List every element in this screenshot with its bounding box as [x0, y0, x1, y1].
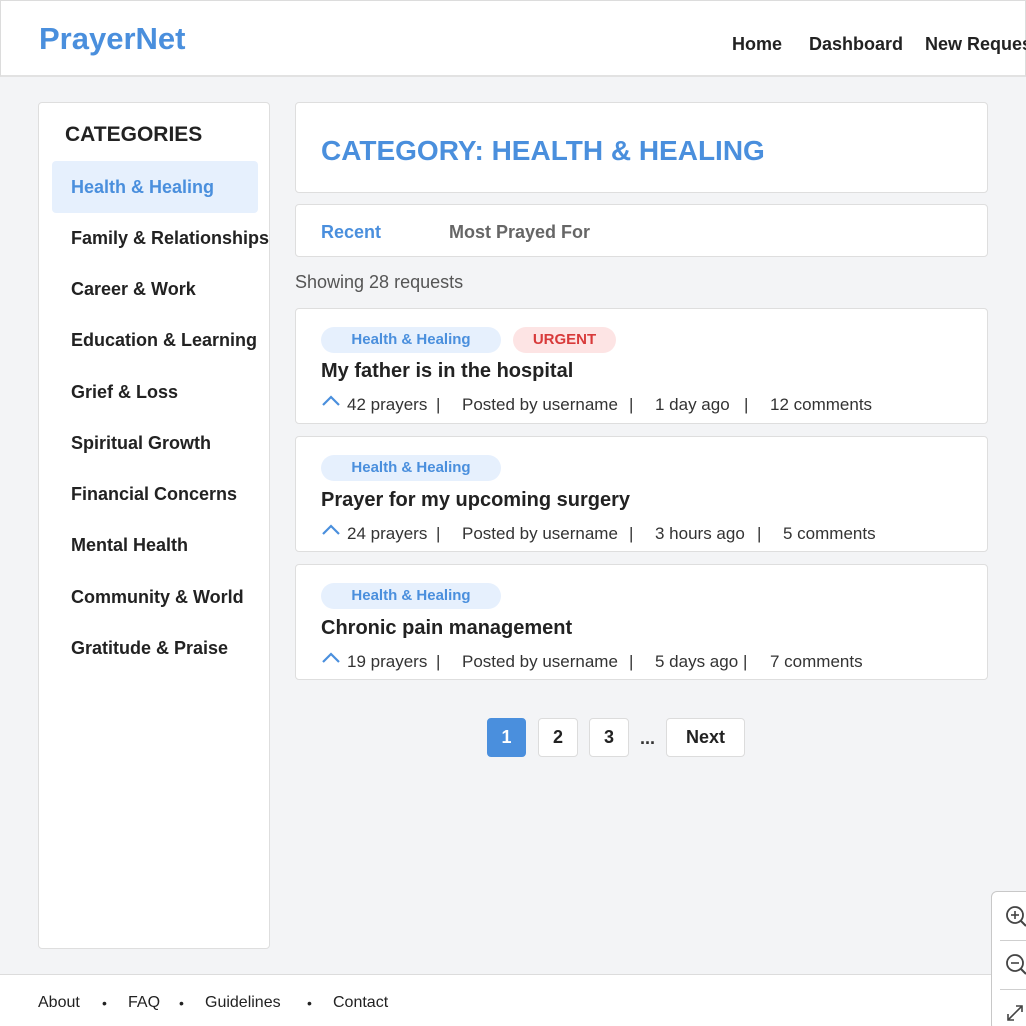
category-header: CATEGORY: HEALTH & HEALING — [295, 102, 988, 193]
category-badge[interactable]: Health & Healing — [321, 455, 501, 481]
fit-screen-button[interactable] — [992, 990, 1026, 1026]
meta-separator: | — [629, 395, 634, 414]
chevron-up-icon[interactable] — [321, 393, 341, 407]
urgent-badge: URGENT — [513, 327, 616, 353]
comment-count[interactable]: 5 comments — [783, 524, 876, 544]
meta-separator: | — [744, 395, 749, 414]
meta-separator: | — [436, 395, 441, 414]
nav-home[interactable]: Home — [732, 34, 782, 55]
sidebar-item-family-relationships[interactable]: Family & Relationships — [52, 212, 269, 264]
zoom-out-button[interactable] — [992, 941, 1026, 989]
categories-sidebar: CATEGORIES Health & Healing Family & Rel… — [38, 102, 270, 949]
meta-separator: | — [743, 652, 748, 671]
posted-by: Posted by username — [462, 652, 618, 671]
comment-count[interactable]: 7 comments — [770, 652, 863, 672]
sidebar-item-financial-concerns[interactable]: Financial Concerns — [52, 468, 258, 520]
sidebar-item-education-learning[interactable]: Education & Learning — [52, 314, 258, 366]
category-badge[interactable]: Health & Healing — [321, 327, 501, 353]
post-time: 5 days ago — [655, 652, 739, 671]
sidebar-item-career-work[interactable]: Career & Work — [52, 263, 258, 315]
meta-separator: | — [436, 524, 441, 543]
footer-separator: • — [179, 995, 184, 1011]
zoom-controls — [991, 891, 1026, 1026]
category-badge[interactable]: Health & Healing — [321, 583, 501, 609]
posted-by: Posted by username — [462, 395, 618, 414]
chevron-up-icon[interactable] — [321, 522, 341, 536]
meta-separator: | — [629, 652, 634, 671]
footer: About • FAQ • Guidelines • Contact — [0, 974, 1026, 1026]
nav-new-request[interactable]: New Request — [925, 34, 1026, 55]
request-card[interactable]: Health & Healing URGENT My father is in … — [295, 308, 988, 424]
header: PrayerNet Home Dashboard New Request — [0, 0, 1026, 77]
sidebar-item-gratitude-praise[interactable]: Gratitude & Praise — [52, 622, 258, 674]
meta-separator: | — [436, 652, 441, 671]
request-title[interactable]: My father is in the hospital — [321, 360, 573, 383]
tab-recent[interactable]: Recent — [321, 222, 381, 243]
comment-count[interactable]: 12 comments — [770, 395, 872, 415]
page-title: CATEGORY: HEALTH & HEALING — [321, 135, 765, 166]
post-time: 3 hours ago — [655, 524, 745, 543]
page-2-button[interactable]: 2 — [538, 718, 578, 757]
zoom-in-button[interactable] — [992, 892, 1026, 940]
meta-separator: | — [757, 524, 762, 543]
footer-link-contact[interactable]: Contact — [333, 994, 388, 1012]
tab-most-prayed-for[interactable]: Most Prayed For — [449, 222, 590, 243]
posted-by: Posted by username — [462, 524, 618, 543]
sidebar-item-community-world[interactable]: Community & World — [52, 571, 258, 623]
footer-separator: • — [102, 995, 107, 1011]
sidebar-title: CATEGORIES — [65, 123, 203, 146]
tabs-bar: Recent Most Prayed For — [295, 204, 988, 257]
fit-screen-icon — [1007, 1005, 1023, 1021]
footer-link-guidelines[interactable]: Guidelines — [205, 994, 281, 1012]
post-time: 1 day ago — [655, 395, 730, 414]
page-3-button[interactable]: 3 — [589, 718, 629, 757]
sidebar-item-grief-loss[interactable]: Grief & Loss — [52, 366, 258, 418]
zoom-out-icon — [1006, 954, 1026, 975]
logo[interactable]: PrayerNet — [39, 21, 185, 57]
prayer-count: 19 prayers — [347, 652, 428, 671]
footer-separator: • — [307, 995, 312, 1011]
zoom-in-icon — [1006, 906, 1026, 927]
sidebar-item-mental-health[interactable]: Mental Health — [52, 519, 258, 571]
sidebar-item-health-healing[interactable]: Health & Healing — [52, 161, 258, 213]
prayer-count: 24 prayers — [347, 524, 428, 543]
next-page-button[interactable]: Next — [666, 718, 745, 757]
prayer-count: 42 prayers — [347, 395, 428, 414]
request-title[interactable]: Chronic pain management — [321, 617, 572, 640]
chevron-up-icon[interactable] — [321, 650, 341, 664]
request-title[interactable]: Prayer for my upcoming surgery — [321, 489, 630, 512]
request-card[interactable]: Health & Healing Prayer for my upcoming … — [295, 436, 988, 552]
page-1-button[interactable]: 1 — [487, 718, 526, 757]
sidebar-item-spiritual-growth[interactable]: Spiritual Growth — [52, 417, 258, 469]
meta-separator: | — [629, 524, 634, 543]
footer-link-about[interactable]: About — [38, 994, 80, 1012]
pagination-ellipsis: ... — [640, 728, 656, 748]
request-card[interactable]: Health & Healing Chronic pain management… — [295, 564, 988, 680]
nav-dashboard[interactable]: Dashboard — [809, 34, 903, 55]
footer-link-faq[interactable]: FAQ — [128, 994, 160, 1012]
results-count: Showing 28 requests — [295, 272, 464, 292]
